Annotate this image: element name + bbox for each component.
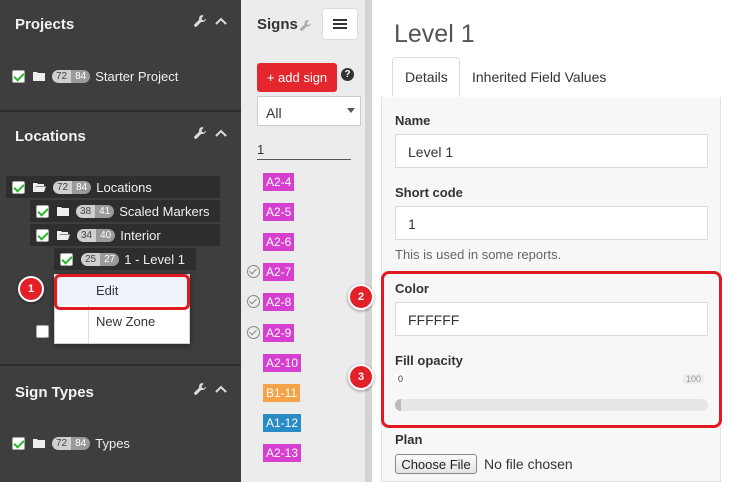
scrollbar[interactable] (365, 0, 372, 482)
tree-item-label: Types (95, 435, 130, 451)
short-code-input[interactable]: 1 (395, 206, 708, 240)
checkbox[interactable] (12, 436, 25, 450)
count-badge: 72 84 (53, 180, 92, 194)
sidebar: Projects 72 84 Starter Project Locations … (0, 0, 241, 482)
sign-item[interactable]: A2-10 (263, 354, 302, 372)
count-badge: 34 40 (77, 228, 116, 242)
checkbox[interactable] (36, 228, 49, 242)
checkbox[interactable] (12, 69, 25, 83)
check-circle-icon (247, 326, 260, 339)
folder-icon (33, 439, 45, 448)
checkbox[interactable] (12, 180, 25, 194)
highlight-box-edit (54, 274, 190, 310)
tree-item-scaled-markers[interactable]: 38 41 Scaled Markers (30, 200, 220, 222)
sign-item[interactable]: A2-7 (263, 263, 295, 281)
sign-types-title: Sign Types (15, 383, 94, 401)
sign-item[interactable]: A2-8 (263, 293, 295, 311)
sign-item[interactable]: A1-12 (263, 414, 302, 432)
name-input[interactable]: Level 1 (395, 134, 708, 168)
signs-menu-button[interactable] (322, 8, 358, 40)
checkbox[interactable] (36, 325, 49, 338)
tree-item-label: Starter Project (95, 68, 179, 84)
tab-inherited-field-values[interactable]: Inherited Field Values (460, 57, 618, 97)
tree-item-level-1[interactable]: 25 27 1 - Level 1 (54, 248, 196, 270)
projects-panel-header[interactable]: Projects (0, 0, 241, 48)
tree-item-locations[interactable]: 72 84 Locations (6, 176, 220, 198)
count-badge: 72 84 (52, 436, 91, 450)
wrench-icon[interactable] (299, 19, 312, 32)
tree-item-label: 1 - Level 1 (124, 251, 185, 267)
sign-filter-input[interactable]: 1 (257, 142, 351, 160)
tree-item-label: Scaled Markers (119, 203, 210, 219)
tree-item-label: Interior (120, 227, 161, 243)
folder-open-icon (57, 231, 70, 240)
highlight-box-color (381, 271, 722, 428)
projects-title: Projects (15, 15, 75, 33)
chevron-up-icon[interactable] (215, 382, 227, 396)
chevron-up-icon[interactable] (215, 14, 227, 28)
locations-panel-header[interactable]: Locations (0, 112, 241, 160)
checkbox[interactable] (60, 252, 73, 266)
wrench-icon[interactable] (193, 14, 207, 28)
locations-title: Locations (15, 127, 86, 145)
hamburger-icon (333, 19, 347, 29)
sign-filter-value: All (266, 105, 282, 121)
tree-item-starter-project[interactable]: 72 84 Starter Project (12, 65, 232, 87)
tree-item-label: Locations (96, 179, 152, 195)
divider (0, 364, 241, 366)
chevron-up-icon[interactable] (215, 126, 227, 140)
tree-item-interior[interactable]: 34 40 Interior (30, 224, 220, 246)
help-icon[interactable]: ? (341, 68, 354, 81)
sign-item[interactable]: A2-13 (263, 444, 302, 462)
folder-open-icon (33, 183, 46, 192)
sign-item[interactable]: B1-11 (263, 384, 301, 402)
sign-filter-select[interactable]: All (257, 96, 361, 126)
count-badge: 25 27 (81, 252, 120, 266)
count-badge: 72 84 (52, 69, 91, 83)
sign-item[interactable]: A2-5 (263, 203, 295, 221)
sign-item[interactable]: A2-4 (263, 173, 295, 191)
callout-1: 1 (18, 276, 44, 302)
check-circle-icon (247, 295, 260, 308)
file-status: No file chosen (484, 456, 573, 472)
name-label: Name (395, 113, 431, 128)
count-badge: 38 41 (76, 204, 115, 218)
short-code-label: Short code (395, 185, 463, 200)
callout-2: 2 (348, 284, 374, 310)
wrench-icon[interactable] (193, 382, 207, 396)
check-circle-icon (247, 265, 260, 278)
callout-3: 3 (348, 364, 374, 390)
choose-file-button[interactable]: Choose File (395, 454, 477, 474)
plan-label: Plan (395, 432, 423, 447)
short-code-help: This is used in some reports. (395, 247, 562, 262)
sign-item[interactable]: A2-9 (263, 324, 295, 342)
add-sign-button[interactable]: + add sign (257, 63, 337, 92)
tab-details[interactable]: Details (392, 57, 460, 97)
context-menu-new-zone[interactable]: New Zone (96, 314, 155, 329)
folder-icon (57, 207, 69, 216)
page-title: Level 1 (394, 20, 475, 48)
sign-item[interactable]: A2-6 (263, 233, 295, 251)
folder-icon (33, 72, 45, 81)
signs-title: Signs (257, 16, 298, 33)
wrench-icon[interactable] (193, 126, 207, 140)
tree-item-types[interactable]: 72 84 Types (12, 432, 232, 454)
checkbox[interactable] (36, 204, 49, 218)
sign-types-panel-header[interactable]: Sign Types (0, 368, 241, 416)
caret-down-icon (347, 108, 355, 113)
